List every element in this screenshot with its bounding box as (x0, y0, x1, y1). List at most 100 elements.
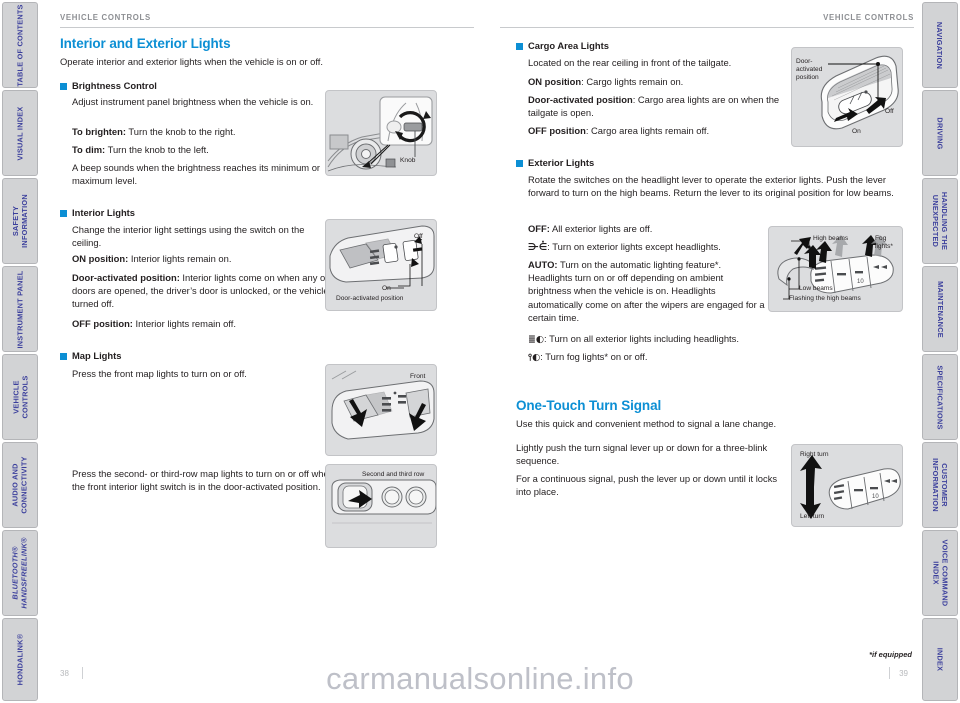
subhead-brightness-control: Brightness Control (60, 80, 157, 91)
figure-caption-front: Front (410, 373, 426, 380)
figure-turn-signal-lever: 10 Right turn Left turn (791, 444, 903, 527)
exterior-headlight-text: : Turn on all exterior lights including … (544, 333, 739, 344)
map-paragraph-2: Press the second- or third-row map light… (72, 468, 334, 493)
sidebar-tab-visual-index[interactable]: VISUAL INDEX (2, 90, 38, 176)
figure-caption-door-activated-position: Door- activated position (796, 58, 823, 81)
sidebar-tab-navigation[interactable]: NAVIGATION (922, 2, 958, 88)
exterior-auto-text: Turn on the automatic lighting feature*.… (528, 259, 765, 323)
figure-caption-right-turn: Right turn (800, 451, 829, 458)
footnote-if-equipped: *if equipped (869, 650, 912, 659)
exterior-auto-label: AUTO: (528, 259, 558, 270)
sidebar-tab-customer-information[interactable]: CUSTOMER INFORMATION (922, 442, 958, 528)
svg-text:10: 10 (857, 279, 864, 285)
svg-text:10: 10 (872, 494, 879, 500)
figure-caption-fog-lights: Fog lights* (875, 235, 893, 250)
sidebar-tab-maintenance[interactable]: MAINTENANCE (922, 266, 958, 352)
brightness-paragraph-1: Adjust instrument panel brightness when … (72, 96, 314, 107)
subhead-exterior-lights: Exterior Lights (516, 157, 594, 168)
sidebar-tab-label: CUSTOMER INFORMATION (931, 458, 949, 512)
exterior-paragraph-fog: ⫯◐: Turn fog lights* on or off. (528, 350, 798, 364)
exterior-off-label: OFF: (528, 223, 550, 234)
headlight-icon: ≣◐ (528, 334, 545, 345)
brightness-p3-label: To dim: (72, 144, 106, 155)
figure-knob-illustration (327, 96, 433, 172)
sidebar-tab-hondalink[interactable]: HONDALINK® (2, 618, 38, 701)
sidebar-tab-driving[interactable]: DRIVING (922, 90, 958, 176)
subhead-interior-lights: Interior Lights (60, 207, 135, 218)
sidebar-tab-label: VEHICLE CONTROLS (11, 375, 30, 419)
figure-rear-map-lights: Second and third row (325, 464, 437, 548)
figure-caption-high-beams: High beams (813, 235, 849, 242)
sidebar-tab-label: HONDALINK® (15, 633, 25, 686)
sidebar-tab-bluetooth-handsfreelink[interactable]: BLUETOOTH® HANDSFREELINK® (2, 530, 38, 616)
figure-brightness-knob: Knob (325, 90, 437, 176)
header-divider (500, 27, 914, 28)
cargo-p2-label: ON position (528, 76, 582, 87)
sidebar-tab-label: NAVIGATION (935, 21, 945, 69)
figure-front-map-lights: Front (325, 364, 437, 456)
figure-caption-on: On (382, 285, 391, 292)
interior-p4-label: OFF position: (72, 318, 133, 329)
sidebar-tab-label: SPECIFICATIONS (935, 364, 945, 430)
figure-caption-left-turn: Left turn (800, 513, 825, 520)
sidebar-tab-label: MAINTENANCE (935, 280, 945, 338)
subhead-map-lights: Map Lights (60, 350, 121, 361)
exterior-paragraph-headlights: ≣◐: Turn on all exterior lights includin… (528, 332, 798, 346)
brightness-paragraph-2: To brighten: Turn the knob to the right. (72, 125, 322, 138)
manual-page-spread: TABLE OF CONTENTS VISUAL INDEX SAFETY IN… (0, 0, 960, 703)
running-head: VEHICLE CONTROLS (60, 13, 151, 22)
interior-paragraph-1: Change the interior light settings using… (72, 224, 305, 249)
turn-signal-paragraph-2: For a continuous signal, push the lever … (516, 473, 778, 498)
sidebar-tab-handling-the-unexpected[interactable]: HANDLING THE UNEXPECTED (922, 178, 958, 264)
sidebar-tab-specifications[interactable]: SPECIFICATIONS (922, 354, 958, 440)
sidebar-tab-label: SAFETY INFORMATION (11, 194, 29, 248)
figure-caption-low-beams: Low beams (799, 285, 833, 292)
right-page: VEHICLE CONTROLS Cargo Area Lights Locat… (500, 0, 920, 703)
brightness-p2-label: To brighten: (72, 126, 126, 137)
figure-caption-off: Off (414, 233, 423, 240)
sidebar-tab-label: TABLE OF CONTENTS (15, 3, 25, 87)
turn-signal-intro: Use this quick and convenient method to … (516, 418, 777, 429)
brightness-p3-text: Turn the knob to the left. (105, 144, 209, 155)
fog-light-icon: ⫯◐ (528, 352, 541, 363)
sidebar-tab-label: HANDLING THE UNEXPECTED (931, 191, 950, 251)
sidebar-tab-safety-information[interactable]: SAFETY INFORMATION (2, 178, 38, 264)
exterior-paragraph-off: OFF: All exterior lights are off. (528, 222, 783, 235)
cargo-paragraph-2: ON position: Cargo lights remain on. (528, 75, 790, 88)
cargo-paragraph-3: Door-activated position: Cargo area ligh… (528, 93, 790, 119)
figure-caption-knob: Knob (400, 157, 416, 164)
sidebar-tab-label: VISUAL INDEX (15, 106, 25, 160)
cargo-paragraph-4: OFF position: Cargo area lights remain o… (528, 124, 790, 137)
header-divider (60, 27, 474, 28)
cargo-paragraph-1: Located on the rear ceiling in front of … (528, 57, 732, 68)
figure-caption-second-third-row: Second and third row (362, 471, 425, 478)
sidebar-tab-label: INDEX (935, 647, 945, 672)
figure-interior-light-switch: Off On Door-activated position (325, 219, 437, 311)
sidebar-tab-table-of-contents[interactable]: TABLE OF CONTENTS (2, 2, 38, 88)
interior-p4-text: Interior lights remain off. (132, 318, 236, 329)
page-number-right: 39 (899, 669, 908, 678)
left-tab-column: TABLE OF CONTENTS VISUAL INDEX SAFETY IN… (2, 0, 38, 703)
exterior-off-text: All exterior lights are off. (549, 223, 653, 234)
brightness-p2-text: Turn the knob to the right. (125, 126, 236, 137)
figure-headlight-lever: 10 High beams Fog lights* Low beams Flas… (768, 226, 903, 312)
page-number-left: 38 (60, 669, 69, 678)
sidebar-tab-audio-and-connectivity[interactable]: AUDIO AND CONNECTIVITY (2, 442, 38, 528)
left-page: VEHICLE CONTROLS Interior and Exterior L… (44, 0, 474, 703)
exterior-paragraph-auto: AUTO: Turn on the automatic lighting fea… (528, 258, 768, 324)
figure-caption-off: Off (885, 108, 894, 115)
sidebar-tab-vehicle-controls[interactable]: VEHICLE CONTROLS (2, 354, 38, 440)
cargo-p4-text: : Cargo area lights remain off. (585, 125, 710, 136)
brightness-paragraph-3: To dim: Turn the knob to the left. (72, 143, 322, 156)
figure-cargo-area-light: Door- activated position Off On (791, 47, 903, 147)
interior-p3-label: Door-activated position: (72, 272, 180, 283)
sidebar-tab-instrument-panel[interactable]: INSTRUMENT PANEL (2, 266, 38, 352)
exterior-paragraph-1: Rotate the switches on the headlight lev… (528, 174, 894, 199)
sidebar-tab-label: INSTRUMENT PANEL (15, 269, 25, 349)
cargo-p2-text: : Cargo lights remain on. (581, 76, 684, 87)
page-title: Interior and Exterior Lights (60, 36, 231, 51)
exterior-paragraph-position-lights: ⋺⋵: Turn on exterior lights except headl… (528, 240, 783, 254)
sidebar-tab-voice-command-index[interactable]: VOICE COMMAND INDEX (922, 530, 958, 616)
sidebar-tab-index[interactable]: INDEX (922, 618, 958, 701)
sidebar-tab-label: DRIVING (935, 116, 945, 150)
